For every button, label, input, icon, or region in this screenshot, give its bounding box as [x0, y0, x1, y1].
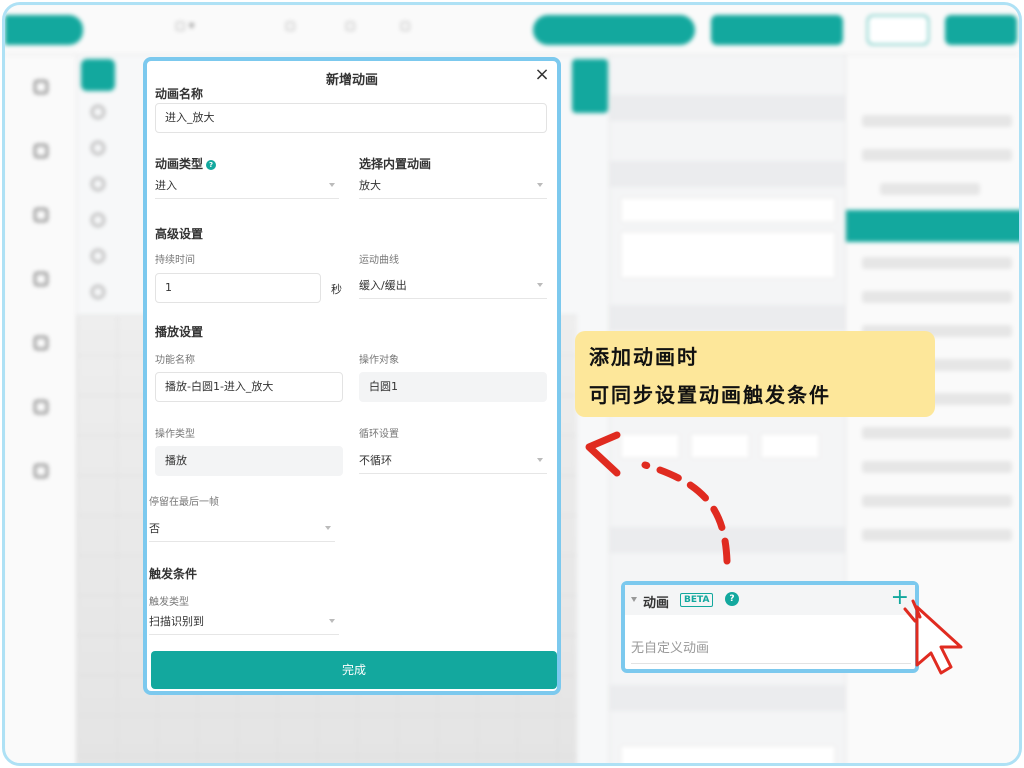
operation-type-label: 操作类型	[155, 429, 195, 440]
advanced-settings-heading: 高级设置	[155, 227, 204, 241]
top-action-pill	[945, 15, 1017, 45]
duration-unit: 秒	[331, 283, 342, 296]
function-name-input[interactable]: 播放-白圆1-进入_放大	[155, 372, 343, 402]
chevron-down-icon	[329, 619, 335, 623]
app-logo	[5, 15, 83, 45]
animation-section: 动画 BETA ? + 无自定义动画	[621, 581, 919, 673]
chevron-down-icon	[537, 183, 543, 187]
animation-name-label: 动画名称	[155, 87, 204, 101]
left-sidebar-item	[5, 311, 77, 375]
tool-icon	[91, 105, 105, 119]
loop-settings-select[interactable]: 不循环	[359, 448, 547, 474]
playback-settings-heading: 播放设置	[155, 325, 204, 339]
left-sidebar-item	[5, 55, 77, 119]
loop-settings-label: 循环设置	[359, 429, 399, 440]
motion-curve-label: 运动曲线	[359, 255, 399, 266]
new-animation-dialog: 新增动画 × 动画名称 进入_放大 动画类型? 进入 选择内置动画 放大 高级设…	[143, 57, 561, 695]
left-sidebar	[5, 55, 77, 763]
stay-last-frame-label: 停留在最后一帧	[149, 497, 219, 508]
beta-badge: BETA	[680, 593, 714, 607]
empty-animation-text: 无自定义动画	[631, 641, 710, 656]
tool-icon	[91, 285, 105, 299]
animation-section-title: 动画	[643, 596, 670, 611]
help-icon[interactable]: ?	[725, 592, 739, 606]
top-action-pill	[533, 15, 695, 45]
left-sidebar-item	[5, 119, 77, 183]
target-object-field: 白圆1	[359, 372, 547, 402]
left-sidebar-item	[5, 247, 77, 311]
tool-icon	[91, 213, 105, 227]
function-name-label: 功能名称	[155, 355, 195, 366]
target-object-label: 操作对象	[359, 355, 399, 366]
motion-curve-select[interactable]: 缓入/缓出	[359, 273, 547, 299]
top-toolbar-item: ▢	[400, 19, 411, 32]
builtin-animation-label: 选择内置动画	[359, 157, 432, 171]
left-sidebar-item	[5, 375, 77, 439]
tool-move-active	[81, 59, 115, 91]
tool-icon	[91, 249, 105, 263]
top-action-pill	[867, 15, 929, 45]
chevron-down-icon	[537, 458, 543, 462]
dialog-title: 新增动画	[325, 73, 378, 88]
top-toolbar-item: ▢	[345, 19, 356, 32]
screenshot-frame: ▢ ▾ ▢ ▢ ▢ 新增动画 × 动画名称 进入_放大 动画类型 ? 进入 选择…	[2, 2, 1022, 766]
duration-label: 持续时间	[155, 255, 195, 266]
help-icon[interactable]: ?	[206, 160, 217, 170]
plus-icon[interactable]: +	[891, 586, 909, 610]
trigger-type-select[interactable]: 扫描识别到	[149, 609, 339, 635]
top-action-pill	[711, 15, 843, 45]
animation-type-select[interactable]: 进入	[155, 173, 339, 199]
divider	[631, 663, 911, 664]
trigger-condition-heading: 触发条件	[149, 567, 198, 581]
collapse-triangle-icon[interactable]	[631, 597, 637, 602]
left-sidebar-item	[5, 439, 77, 503]
done-button[interactable]: 完成	[151, 651, 557, 689]
top-toolbar: ▢ ▾ ▢ ▢ ▢	[5, 5, 1019, 55]
chevron-down-icon	[537, 283, 543, 287]
stay-last-frame-select[interactable]: 否	[149, 516, 335, 542]
top-toolbar-item: ▢ ▾	[175, 19, 195, 32]
close-icon[interactable]: ×	[531, 65, 553, 87]
animation-section-header[interactable]: 动画 BETA ? +	[625, 585, 915, 615]
trigger-type-label: 触发类型	[149, 597, 189, 608]
mid-panel-tab	[572, 59, 608, 113]
annotation-callout: 添加动画时 可同步设置动画触发条件	[575, 331, 935, 417]
top-toolbar-item: ▢	[285, 19, 296, 32]
animation-name-input[interactable]: 进入_放大	[155, 103, 547, 133]
callout-line-1: 添加动画时	[589, 345, 699, 369]
duration-input[interactable]: 1	[155, 273, 321, 303]
builtin-animation-select[interactable]: 放大	[359, 173, 547, 199]
chevron-down-icon	[329, 183, 335, 187]
left-sidebar-item	[5, 183, 77, 247]
chevron-down-icon	[325, 526, 331, 530]
tool-icon	[91, 177, 105, 191]
callout-line-2: 可同步设置动画触发条件	[589, 383, 831, 407]
operation-type-field: 播放	[155, 446, 343, 476]
tool-icon	[91, 141, 105, 155]
animation-type-label: 动画类型?	[155, 155, 217, 172]
